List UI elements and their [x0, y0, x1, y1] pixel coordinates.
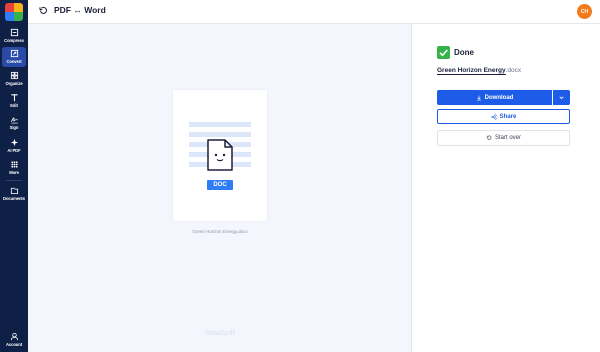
sidebar-item-sign[interactable]: Sign — [2, 113, 26, 133]
sidebar-item-organize[interactable]: Organize — [2, 69, 26, 89]
download-icon — [476, 95, 481, 100]
file-name-ext: .docx — [505, 67, 522, 74]
download-button[interactable]: Download — [437, 90, 552, 105]
avatar[interactable]: CH — [577, 4, 592, 19]
share-icon — [491, 113, 497, 120]
convert-icon — [10, 49, 18, 58]
download-options-button[interactable] — [553, 90, 570, 105]
restart-icon — [486, 135, 492, 140]
share-button[interactable]: Share — [437, 109, 570, 124]
file-name-base: Green Horizon Energy — [437, 67, 506, 75]
sidebar-divider — [6, 180, 22, 181]
doc-type-badge: DOC — [207, 180, 233, 190]
sidebar-item-label: Organize — [5, 81, 23, 86]
sidebar-item-account[interactable]: Account — [2, 330, 26, 350]
sidebar-item-ai-pdf[interactable]: AI PDF — [2, 136, 26, 156]
sidebar: Compress Convert Organize Edit Sign AI P… — [0, 0, 28, 352]
grid-icon — [10, 161, 18, 168]
back-arrow-icon[interactable] — [38, 6, 48, 16]
file-caption: Green Horizon Energy.docx — [192, 229, 248, 234]
smallpdf-watermark: Smallpdf — [205, 330, 235, 337]
check-icon — [437, 46, 450, 59]
sidebar-item-more[interactable]: More — [2, 158, 26, 178]
organize-icon — [10, 71, 18, 80]
doc-line — [189, 132, 251, 137]
share-label: Share — [499, 113, 517, 120]
folder-icon — [10, 187, 18, 195]
file-face-icon — [207, 139, 233, 171]
sidebar-item-label: Documents — [3, 196, 25, 201]
ai-sparkle-icon — [10, 138, 18, 147]
sign-icon — [10, 117, 18, 124]
sidebar-item-label: Sign — [9, 125, 19, 130]
top-bar: PDF ↔ Word CH — [28, 0, 600, 24]
download-label: Download — [484, 94, 514, 101]
sidebar-item-label: Account — [5, 342, 23, 347]
start-over-label: Start over — [494, 135, 521, 141]
sidebar-item-label: Compress — [4, 38, 24, 43]
edit-text-icon — [10, 94, 18, 102]
document-thumbnail: DOC — [173, 90, 267, 221]
sidebar-item-documents[interactable]: Documents — [2, 184, 26, 204]
sidebar-item-label: Edit — [10, 103, 18, 108]
start-over-button[interactable]: Start over — [437, 130, 570, 146]
sidebar-item-label: Convert — [6, 59, 22, 64]
smallpdf-logo[interactable] — [5, 3, 23, 21]
chevron-down-icon — [559, 96, 564, 100]
sidebar-item-convert[interactable]: Convert — [2, 47, 26, 67]
output-file-name[interactable]: Green Horizon Energy.docx — [437, 67, 522, 75]
doc-line — [189, 122, 251, 127]
sidebar-item-edit[interactable]: Edit — [2, 91, 26, 111]
sidebar-item-label: More — [9, 170, 19, 175]
status-title: Done — [454, 48, 474, 57]
preview-area: DOC Green Horizon Energy.docx Smallpdf — [28, 24, 411, 352]
compress-icon — [10, 28, 18, 37]
page-title: PDF ↔ Word — [54, 5, 106, 15]
result-panel: Done Green Horizon Energy.docx Download … — [411, 24, 600, 352]
user-icon — [10, 332, 18, 341]
sidebar-item-label: AI PDF — [7, 148, 21, 153]
sidebar-item-compress[interactable]: Compress — [2, 26, 26, 46]
